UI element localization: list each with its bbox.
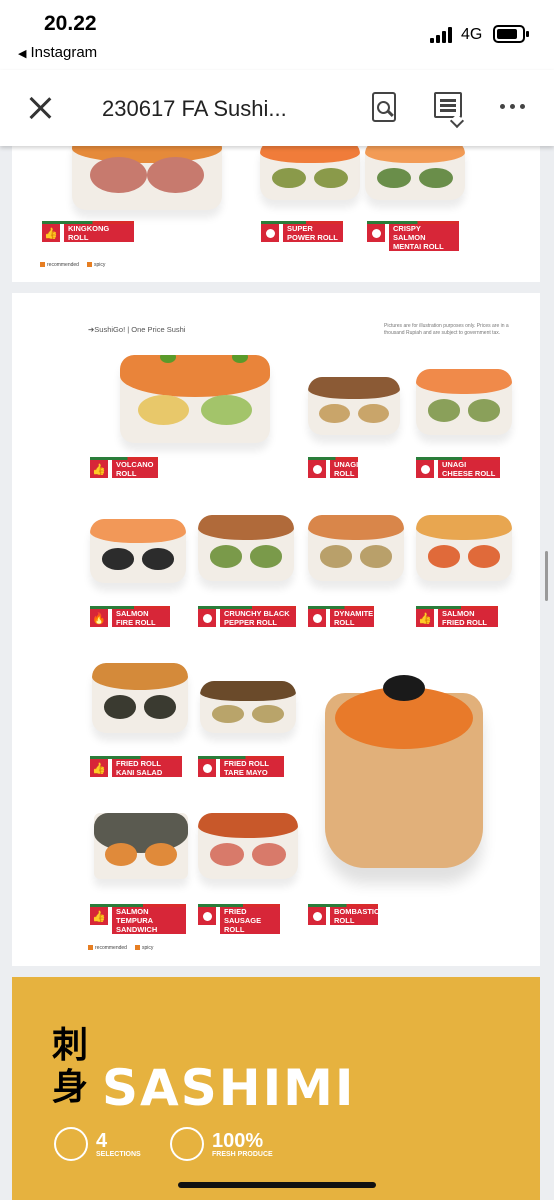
- volcano-roll-image: [120, 355, 270, 443]
- crunchy-black-pepper-roll-image: [198, 515, 294, 581]
- stat-selections: 4 SELECTIONS: [54, 1127, 141, 1161]
- sashimi-title: SASHIMI: [102, 1059, 356, 1117]
- legend: recommended spicy: [88, 945, 153, 951]
- fried-roll-tare-mayo-image: [200, 681, 296, 733]
- legend-recommended: recommended: [40, 262, 79, 268]
- status-bar: 20.22 ◀ Instagram 4G: [0, 0, 554, 70]
- menu-label-text: FRIED ROLL KANI SALAD: [112, 759, 182, 777]
- salmon-tempura-sandwich-image: [94, 813, 188, 879]
- back-app-label: Instagram: [30, 44, 98, 61]
- document-page-1: 👍 KINGKONG ROLL SUPER POWER ROLL CRISPY …: [12, 130, 540, 282]
- menu-label-crispy-salmon-mentai: CRISPY SALMON MENTAI ROLL: [367, 221, 459, 251]
- signal-icon: [430, 27, 456, 43]
- dot-icon: [198, 759, 216, 777]
- menu-label-salmon-tempura-sandwich: 👍 SALMON TEMPURA SANDWICH: [90, 904, 186, 934]
- menu-label-text: FRIED SAUSAGE ROLL: [220, 907, 280, 934]
- comment-icon[interactable]: [434, 92, 462, 118]
- legend-recommended: recommended: [88, 945, 127, 951]
- stat-caption: FRESH PRODUCE: [212, 1150, 273, 1158]
- menu-label-text: SALMON FIRE ROLL: [112, 609, 170, 627]
- home-indicator[interactable]: [178, 1182, 376, 1188]
- stat-fresh-produce: 100% FRESH PRODUCE: [170, 1127, 273, 1161]
- menu-label-fried-roll-kani-salad: 👍 FRIED ROLL KANI SALAD: [90, 756, 182, 777]
- menu-label-text: SALMON FRIED ROLL: [438, 609, 498, 627]
- stat-caption: SELECTIONS: [96, 1150, 141, 1158]
- menu-label-dynamite: DYNAMITE ROLL: [308, 606, 374, 627]
- menu-label-text: BOMBASTIC ROLL: [330, 907, 379, 925]
- back-triangle-icon: ◀: [18, 48, 27, 60]
- dot-icon: [308, 460, 326, 478]
- menu-label-text: FRIED ROLL TARE MAYO: [220, 759, 284, 777]
- battery-icon: [493, 25, 529, 43]
- chopsticks-icon: [54, 1127, 88, 1161]
- back-to-app-link[interactable]: ◀ Instagram: [18, 44, 97, 61]
- menu-label-kingkong: 👍 KINGKONG ROLL: [42, 221, 134, 242]
- dot-icon: [416, 460, 434, 478]
- menu-label-text: CRUNCHY BLACK PEPPER ROLL: [220, 609, 296, 627]
- clock: 20.22: [44, 12, 97, 35]
- salmon-fried-roll-image: [416, 515, 512, 581]
- menu-label-volcano: 👍 VOLCANO ROLL: [90, 457, 158, 478]
- dot-icon: [198, 609, 216, 627]
- menu-label-super-power: SUPER POWER ROLL: [261, 221, 343, 242]
- salmon-fire-roll-image: [90, 519, 186, 583]
- scrollbar[interactable]: [545, 551, 548, 601]
- crispy-salmon-mentai-roll-image: [365, 140, 465, 200]
- document-page-2: ➔SushiGo! | One Price Sushi Pictures are…: [12, 293, 540, 966]
- network-type: 4G: [461, 26, 483, 43]
- stat-number: 4: [96, 1129, 108, 1152]
- dot-icon: [261, 224, 279, 242]
- disclaimer-text: Pictures are for illustration purposes o…: [384, 323, 509, 336]
- menu-label-text: SALMON TEMPURA SANDWICH: [112, 907, 186, 934]
- menu-label-crunchy-black-pepper: CRUNCHY BLACK PEPPER ROLL: [198, 606, 296, 627]
- menu-label-text: VOLCANO ROLL: [112, 460, 158, 478]
- dot-icon: [308, 609, 326, 627]
- menu-label-text: UNAGI ROLL: [330, 460, 358, 478]
- dot-icon: [308, 907, 326, 925]
- document-title: 230617 FA Sushi...: [102, 96, 287, 121]
- legend: recommended spicy: [40, 262, 105, 268]
- stat-number: 100%: [212, 1129, 264, 1152]
- fried-roll-kani-salad-image: [92, 663, 188, 733]
- menu-label-text: DYNAMITE ROLL: [330, 609, 374, 627]
- menu-label-text: SUPER POWER ROLL: [283, 224, 343, 242]
- unagi-roll-image: [308, 377, 400, 435]
- viewer-toolbar: 230617 FA Sushi...: [0, 70, 554, 146]
- menu-label-text: KINGKONG ROLL: [64, 224, 134, 242]
- more-options-icon[interactable]: [500, 104, 526, 110]
- thumb-up-icon: 👍: [90, 759, 108, 777]
- fish-icon: [170, 1127, 204, 1161]
- brand-header: ➔SushiGo! | One Price Sushi: [88, 325, 186, 334]
- menu-label-salmon-fire: 🔥 SALMON FIRE ROLL: [90, 606, 170, 627]
- close-icon[interactable]: [26, 94, 54, 122]
- menu-label-text: UNAGI CHEESE ROLL: [438, 460, 500, 478]
- legend-spicy: spicy: [134, 945, 153, 951]
- unagi-cheese-roll-image: [416, 369, 512, 435]
- menu-label-unagi: UNAGI ROLL: [308, 457, 358, 478]
- dot-icon: [198, 907, 216, 925]
- thumb-up-icon: 👍: [90, 460, 108, 478]
- menu-label-salmon-fried: 👍 SALMON FRIED ROLL: [416, 606, 498, 627]
- dot-icon: [367, 224, 385, 242]
- legend-spicy: spicy: [86, 262, 105, 268]
- menu-label-text: CRISPY SALMON MENTAI ROLL: [389, 224, 459, 251]
- super-power-roll-image: [260, 140, 360, 200]
- thumb-up-icon: 👍: [90, 907, 108, 925]
- search-document-icon[interactable]: [372, 92, 396, 122]
- sashimi-kanji: 刺身: [52, 1025, 89, 1108]
- dynamite-roll-image: [308, 515, 404, 581]
- menu-label-fried-sausage: FRIED SAUSAGE ROLL: [198, 904, 280, 934]
- thumb-up-icon: 👍: [42, 224, 60, 242]
- bombastic-roll-image: [325, 675, 483, 868]
- menu-label-bombastic: BOMBASTIC ROLL: [308, 904, 379, 925]
- menu-label-unagi-cheese: UNAGI CHEESE ROLL: [416, 457, 500, 478]
- menu-label-fried-roll-tare-mayo: FRIED ROLL TARE MAYO: [198, 756, 284, 777]
- thumb-up-icon: 👍: [416, 609, 434, 627]
- fire-icon: 🔥: [90, 609, 108, 627]
- document-page-3: 刺身 SASHIMI 4 SELECTIONS 100% FRESH PRODU…: [12, 977, 540, 1200]
- fried-sausage-roll-image: [198, 813, 298, 879]
